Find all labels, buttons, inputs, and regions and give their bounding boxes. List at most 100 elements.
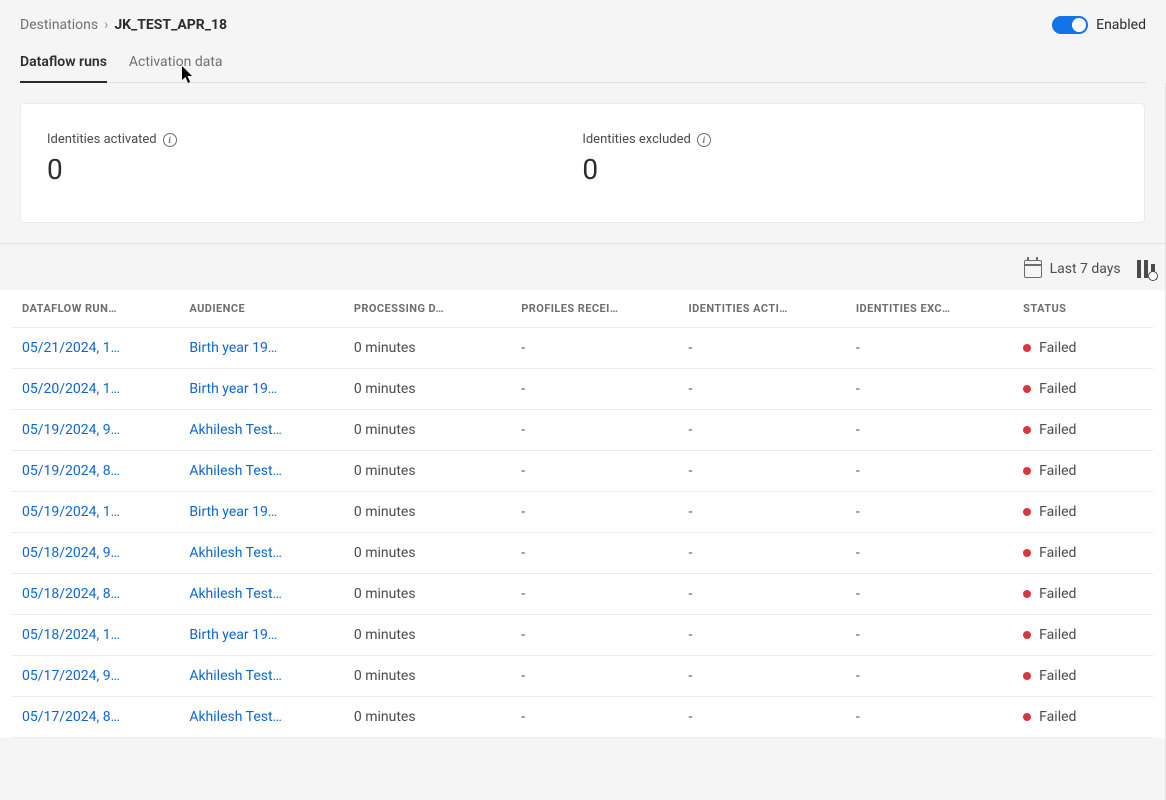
enabled-toggle[interactable]: [1052, 16, 1088, 34]
profiles-received-cell: -: [511, 574, 678, 615]
audience-link[interactable]: Birth year 19…: [189, 627, 277, 643]
identities-excluded-label: Identities excluded: [582, 132, 691, 147]
profiles-received-cell: -: [511, 533, 678, 574]
audience-link[interactable]: Birth year 19…: [189, 504, 277, 520]
profiles-received-cell: -: [511, 451, 678, 492]
date-range-label: Last 7 days: [1050, 261, 1121, 277]
breadcrumb: Destinations › JK_TEST_APR_18: [20, 17, 227, 33]
enabled-toggle-label: Enabled: [1096, 17, 1146, 33]
identities-activated-cell: -: [679, 410, 846, 451]
identities-activated-cell: -: [679, 369, 846, 410]
identities-excluded-cell: -: [846, 410, 1013, 451]
identities-activated-cell: -: [679, 492, 846, 533]
audience-link[interactable]: Akhilesh Test…: [189, 463, 282, 479]
col-profiles-received[interactable]: PROFILES RECEI…: [511, 290, 678, 328]
col-identities-activated[interactable]: IDENTITIES ACTI…: [679, 290, 846, 328]
identities-excluded-cell: -: [846, 492, 1013, 533]
run-start-link[interactable]: 05/19/2024, 8…: [22, 463, 120, 479]
audience-link[interactable]: Akhilesh Test…: [189, 586, 282, 602]
col-identities-excluded[interactable]: IDENTITIES EXC…: [846, 290, 1013, 328]
run-start-link[interactable]: 05/21/2024, 1…: [22, 340, 120, 356]
table-row[interactable]: 05/19/2024, 1…Birth year 19…0 minutes---…: [12, 492, 1153, 533]
audience-link[interactable]: Akhilesh Test…: [189, 668, 282, 684]
status-failed-icon: [1023, 631, 1031, 639]
processing-duration-cell: 0 minutes: [344, 697, 511, 738]
identities-activated-label: Identities activated: [47, 132, 157, 147]
table-row[interactable]: 05/21/2024, 1…Birth year 19…0 minutes---…: [12, 328, 1153, 369]
status-cell: Failed: [1023, 709, 1142, 725]
status-failed-icon: [1023, 549, 1031, 557]
identities-activated-cell: -: [679, 615, 846, 656]
audience-link[interactable]: Akhilesh Test…: [189, 709, 282, 725]
status-cell: Failed: [1023, 668, 1142, 684]
identities-excluded-cell: -: [846, 328, 1013, 369]
run-start-link[interactable]: 05/18/2024, 9…: [22, 545, 120, 561]
status-failed-icon: [1023, 508, 1031, 516]
audience-link[interactable]: Birth year 19…: [189, 381, 277, 397]
profiles-received-cell: -: [511, 328, 678, 369]
run-start-link[interactable]: 05/20/2024, 1…: [22, 381, 120, 397]
col-audience[interactable]: AUDIENCE: [179, 290, 344, 328]
identities-excluded-cell: -: [846, 697, 1013, 738]
processing-duration-cell: 0 minutes: [344, 656, 511, 697]
table-row[interactable]: 05/19/2024, 9…Akhilesh Test…0 minutes---…: [12, 410, 1153, 451]
status-cell: Failed: [1023, 545, 1142, 561]
identities-activated-cell: -: [679, 328, 846, 369]
summary-card: Identities activated i 0 Identities excl…: [20, 103, 1145, 223]
status-cell: Failed: [1023, 422, 1142, 438]
table-row[interactable]: 05/19/2024, 8…Akhilesh Test…0 minutes---…: [12, 451, 1153, 492]
status-failed-icon: [1023, 344, 1031, 352]
status-cell: Failed: [1023, 463, 1142, 479]
run-start-link[interactable]: 05/18/2024, 1…: [22, 627, 120, 643]
status-failed-icon: [1023, 426, 1031, 434]
identities-activated-cell: -: [679, 451, 846, 492]
profiles-received-cell: -: [511, 492, 678, 533]
processing-duration-cell: 0 minutes: [344, 533, 511, 574]
run-start-link[interactable]: 05/17/2024, 9…: [22, 668, 120, 684]
run-start-link[interactable]: 05/17/2024, 8…: [22, 709, 120, 725]
run-start-link[interactable]: 05/18/2024, 8…: [22, 586, 120, 602]
col-status[interactable]: STATUS: [1013, 290, 1152, 328]
processing-duration-cell: 0 minutes: [344, 410, 511, 451]
date-range-picker[interactable]: Last 7 days: [1024, 260, 1121, 278]
table-row[interactable]: 05/17/2024, 8…Akhilesh Test…0 minutes---…: [12, 697, 1153, 738]
breadcrumb-current: JK_TEST_APR_18: [114, 17, 227, 33]
run-start-link[interactable]: 05/19/2024, 9…: [22, 422, 120, 438]
column-settings-icon[interactable]: [1137, 260, 1155, 278]
table-row[interactable]: 05/20/2024, 1…Birth year 19…0 minutes---…: [12, 369, 1153, 410]
run-start-link[interactable]: 05/19/2024, 1…: [22, 504, 120, 520]
processing-duration-cell: 0 minutes: [344, 615, 511, 656]
identities-excluded-cell: -: [846, 533, 1013, 574]
identities-activated-cell: -: [679, 574, 846, 615]
status-failed-icon: [1023, 467, 1031, 475]
status-cell: Failed: [1023, 627, 1142, 643]
processing-duration-cell: 0 minutes: [344, 328, 511, 369]
table-row[interactable]: 05/18/2024, 8…Akhilesh Test…0 minutes---…: [12, 574, 1153, 615]
chevron-right-icon: ›: [104, 17, 108, 33]
breadcrumb-parent[interactable]: Destinations: [20, 17, 98, 33]
tabs: Dataflow runs Activation data: [20, 46, 1146, 83]
status-failed-icon: [1023, 672, 1031, 680]
identities-excluded-cell: -: [846, 574, 1013, 615]
identities-activated-value: 0: [47, 153, 582, 186]
col-processing-duration[interactable]: PROCESSING D…: [344, 290, 511, 328]
tab-activation-data[interactable]: Activation data: [129, 46, 223, 82]
status-cell: Failed: [1023, 504, 1142, 520]
status-failed-icon: [1023, 590, 1031, 598]
audience-link[interactable]: Akhilesh Test…: [189, 422, 282, 438]
processing-duration-cell: 0 minutes: [344, 451, 511, 492]
identities-activated-cell: -: [679, 697, 846, 738]
audience-link[interactable]: Akhilesh Test…: [189, 545, 282, 561]
tab-dataflow-runs[interactable]: Dataflow runs: [20, 46, 107, 82]
status-cell: Failed: [1023, 586, 1142, 602]
col-dataflow-run-start[interactable]: DATAFLOW RUN…: [12, 290, 179, 328]
identities-excluded-cell: -: [846, 615, 1013, 656]
table-row[interactable]: 05/17/2024, 9…Akhilesh Test…0 minutes---…: [12, 656, 1153, 697]
info-icon[interactable]: i: [163, 133, 177, 147]
table-row[interactable]: 05/18/2024, 9…Akhilesh Test…0 minutes---…: [12, 533, 1153, 574]
status-failed-icon: [1023, 385, 1031, 393]
info-icon[interactable]: i: [697, 133, 711, 147]
table-row[interactable]: 05/18/2024, 1…Birth year 19…0 minutes---…: [12, 615, 1153, 656]
identities-excluded-cell: -: [846, 451, 1013, 492]
audience-link[interactable]: Birth year 19…: [189, 340, 277, 356]
